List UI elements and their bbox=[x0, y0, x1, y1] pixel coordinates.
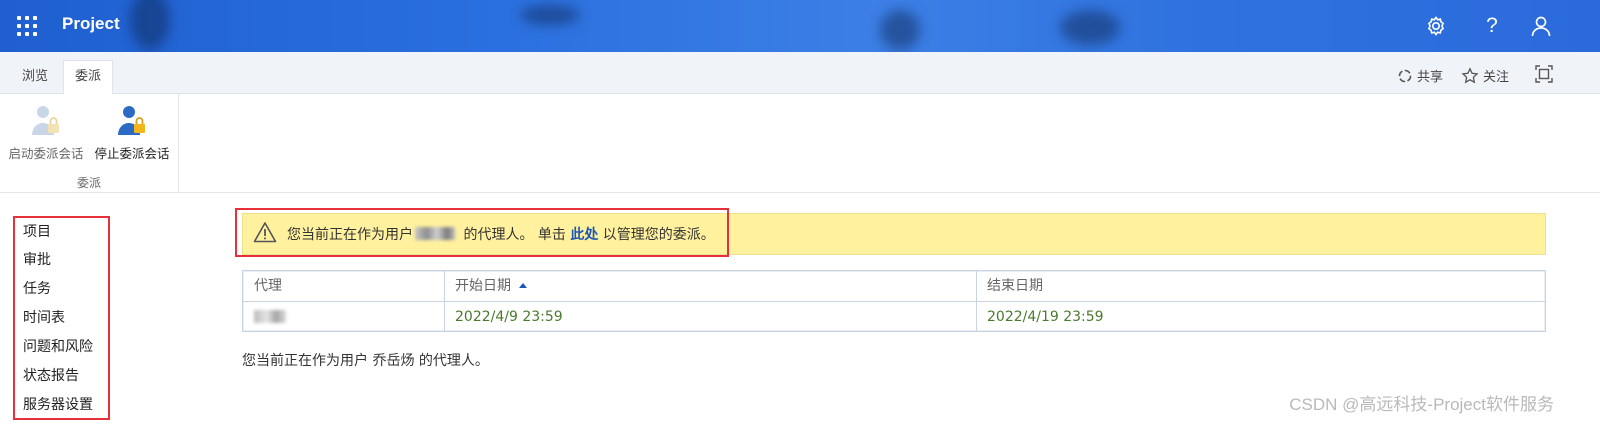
background-decoration bbox=[130, 0, 170, 50]
help-icon[interactable]: ? bbox=[1480, 14, 1504, 38]
ribbon-tab-row: 浏览 委派 bbox=[0, 52, 1600, 95]
background-decoration bbox=[520, 5, 580, 25]
focus-icon bbox=[1535, 65, 1553, 83]
delegation-status-text: 您当前正在作为用户 乔岳炀 的代理人。 bbox=[242, 353, 489, 369]
tab-browse[interactable]: 浏览 bbox=[14, 61, 56, 93]
watermark: CSDN @高远科技-Project软件服务 bbox=[1289, 395, 1554, 414]
stop-delegate-session-button[interactable]: 停止委派会话 bbox=[92, 102, 172, 162]
user-icon[interactable] bbox=[1529, 14, 1553, 38]
column-header-start-date[interactable]: 开始日期 bbox=[444, 271, 976, 301]
background-decoration bbox=[1060, 10, 1120, 45]
nav-item-tasks[interactable]: 任务 bbox=[23, 278, 51, 298]
ribbon-group-delegate: 启动委派会话 停止委派会话 委派 bbox=[0, 94, 179, 192]
table-cell-end-date: 2022/4/19 23:59 bbox=[987, 309, 1104, 325]
tab-delegate[interactable]: 委派 bbox=[63, 60, 113, 95]
follow-button[interactable]: 关注 bbox=[1461, 66, 1509, 85]
quick-launch-nav: 项目 审批 任务 时间表 问题和风险 状态报告 服务器设置 bbox=[13, 216, 110, 420]
stop-delegate-icon bbox=[118, 106, 145, 135]
app-launcher-waffle-icon[interactable] bbox=[17, 16, 37, 36]
share-icon bbox=[1398, 69, 1412, 82]
nav-item-server-settings[interactable]: 服务器设置 bbox=[23, 394, 93, 414]
gear-icon[interactable] bbox=[1424, 14, 1448, 38]
ribbon-body: 启动委派会话 停止委派会话 委派 bbox=[0, 94, 1600, 193]
start-delegate-icon bbox=[32, 106, 59, 135]
column-header-label: 开始日期 bbox=[455, 278, 511, 294]
nav-item-status-reports[interactable]: 状态报告 bbox=[23, 365, 79, 385]
share-label: 共享 bbox=[1417, 70, 1444, 85]
star-icon bbox=[1461, 66, 1479, 83]
focus-mode-button[interactable] bbox=[1535, 65, 1557, 83]
nav-item-projects[interactable]: 项目 bbox=[23, 221, 51, 241]
redacted-delegate-name bbox=[254, 310, 286, 323]
nav-item-approvals[interactable]: 审批 bbox=[23, 249, 51, 269]
start-delegate-session-button[interactable]: 启动委派会话 bbox=[6, 102, 86, 162]
app-title[interactable]: Project bbox=[62, 14, 120, 34]
column-header-delegate[interactable]: 代理 bbox=[243, 271, 444, 301]
share-button[interactable]: 共享 bbox=[1397, 66, 1443, 85]
suite-bar: Project ? bbox=[0, 0, 1600, 52]
stop-delegate-session-label: 停止委派会话 bbox=[94, 146, 170, 161]
delegation-grid: 代理 开始日期 结束日期 2022/4/9 23:59 2022/4/19 23… bbox=[242, 270, 1546, 332]
table-cell-delegate[interactable] bbox=[243, 302, 444, 332]
table-cell-start-date: 2022/4/9 23:59 bbox=[455, 309, 563, 325]
column-header-label: 结束日期 bbox=[987, 278, 1043, 294]
nav-item-timesheet[interactable]: 时间表 bbox=[23, 307, 65, 327]
sort-ascending-icon bbox=[519, 283, 527, 288]
start-delegate-session-label: 启动委派会话 bbox=[8, 146, 84, 161]
column-header-end-date[interactable]: 结束日期 bbox=[976, 271, 1545, 301]
background-decoration bbox=[880, 10, 920, 50]
follow-label: 关注 bbox=[1483, 70, 1510, 85]
highlight-box bbox=[235, 208, 729, 257]
ribbon-group-label: 委派 bbox=[76, 176, 101, 190]
nav-item-issues-risks[interactable]: 问题和风险 bbox=[23, 336, 93, 356]
column-header-label: 代理 bbox=[254, 278, 282, 294]
